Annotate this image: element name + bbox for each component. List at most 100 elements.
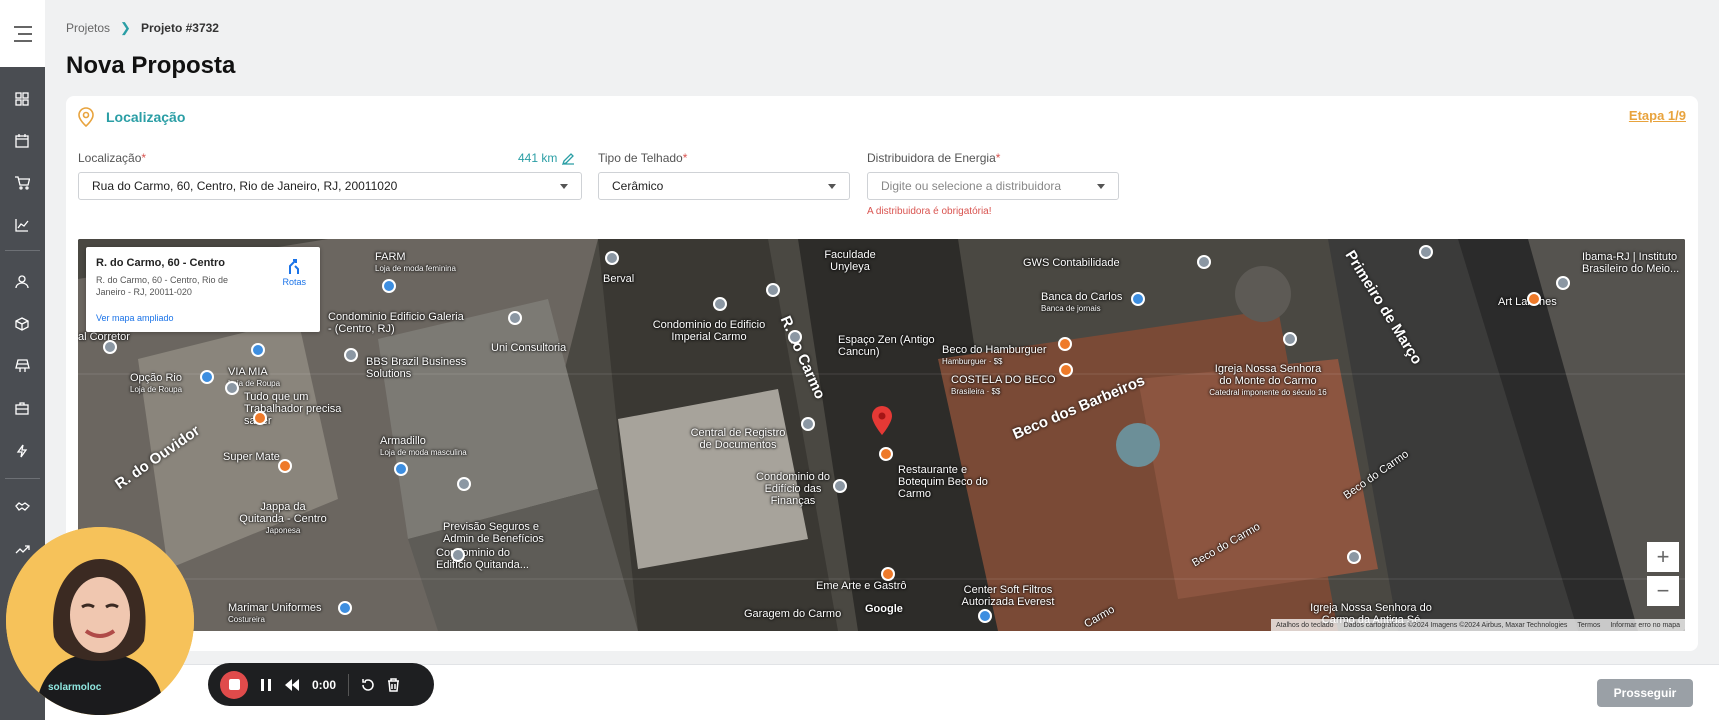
restaurant-pin-icon[interactable] xyxy=(1058,337,1072,351)
shopping-pin-icon[interactable] xyxy=(1131,292,1145,306)
proceed-button[interactable]: Prosseguir xyxy=(1597,679,1693,707)
restaurant-pin-icon[interactable] xyxy=(1059,363,1073,377)
map-poi[interactable]: Garagem do Carmo xyxy=(744,608,841,620)
map-poi[interactable]: Condominio Edificio Galeria - (Centro, R… xyxy=(328,311,468,335)
place-pin-icon[interactable] xyxy=(833,479,847,493)
restaurant-pin-icon[interactable] xyxy=(1527,292,1541,306)
map-poi[interactable]: GWS Contabilidade xyxy=(1023,257,1120,269)
roof-label: Tipo de Telhado* xyxy=(598,151,688,165)
stop-record-button[interactable] xyxy=(220,670,248,699)
distance-edit[interactable]: 441 km xyxy=(518,151,575,165)
place-pin-icon[interactable] xyxy=(508,311,522,325)
restaurant-pin-icon[interactable] xyxy=(278,459,292,473)
lightning-icon[interactable] xyxy=(12,441,32,461)
place-pin-icon[interactable] xyxy=(1419,245,1433,259)
roof-select[interactable]: Cerâmico xyxy=(598,172,850,200)
map-poi[interactable]: Super Mate xyxy=(223,451,280,463)
zoom-out-button[interactable]: − xyxy=(1647,576,1679,606)
map-poi[interactable]: Ibama-RJ | Instituto Brasileiro do Meio.… xyxy=(1582,251,1685,275)
map-poi[interactable]: COSTELA DO BECO Brasileira · $$ xyxy=(951,374,1056,398)
restart-icon[interactable] xyxy=(361,678,375,692)
chart-icon[interactable] xyxy=(12,215,32,235)
map-poi[interactable]: Opção Rio Loja de Roupa xyxy=(130,372,182,396)
map-poi[interactable]: Condominio do Edificio Imperial Carmo xyxy=(644,319,774,343)
breadcrumb-current: Projeto #3732 xyxy=(140,21,219,35)
place-pin-icon[interactable] xyxy=(451,548,465,562)
user-icon[interactable] xyxy=(12,272,32,292)
box-icon[interactable] xyxy=(12,314,32,334)
zoom-in-button[interactable]: + xyxy=(1647,542,1679,572)
enlarged-map-link[interactable]: Ver mapa ampliado xyxy=(96,313,174,323)
report-error-link[interactable]: Informar erro no mapa xyxy=(1610,622,1680,629)
menu-toggle[interactable] xyxy=(0,0,45,67)
place-pin-icon[interactable] xyxy=(1197,255,1211,269)
keyboard-shortcuts-link[interactable]: Atalhos do teclado xyxy=(1276,622,1334,629)
map-poi[interactable]: Faculdade Unyleya xyxy=(810,249,890,273)
rewind-icon[interactable] xyxy=(284,678,300,692)
toolbox-icon[interactable] xyxy=(12,398,32,418)
map-poi[interactable]: Previsão Seguros e Admin de Benefícios xyxy=(443,521,563,545)
place-pin-icon[interactable] xyxy=(457,477,471,491)
place-pin-icon[interactable] xyxy=(605,251,619,265)
shopping-pin-icon[interactable] xyxy=(200,370,214,384)
restaurant-pin-icon[interactable] xyxy=(253,411,267,425)
calendar-icon[interactable] xyxy=(12,131,32,151)
map-poi[interactable]: Uni Consultoria xyxy=(491,342,566,354)
place-pin-icon[interactable] xyxy=(225,381,239,395)
place-pin-icon[interactable] xyxy=(788,330,802,344)
map-poi[interactable]: Igreja Nossa Senhora do Monte do Carmo Ca… xyxy=(1208,363,1328,399)
place-pin-icon[interactable] xyxy=(344,348,358,362)
location-pin-icon xyxy=(78,107,94,127)
place-pin-icon[interactable] xyxy=(766,283,780,297)
handshake-icon[interactable] xyxy=(12,497,32,517)
stage-link[interactable]: Etapa 1/9 xyxy=(1629,108,1686,123)
dashboard-icon[interactable] xyxy=(12,89,32,109)
map-poi[interactable]: Condominio do Edifício das Finanças xyxy=(743,471,843,507)
trend-icon[interactable] xyxy=(12,539,32,559)
satellite-map[interactable]: R. do Carmo Beco dos Barbeiros R. do Ouv… xyxy=(78,239,1685,631)
directions-button[interactable]: Rotas xyxy=(282,257,306,287)
place-pin-icon[interactable] xyxy=(1556,276,1570,290)
map-poi[interactable]: Espaço Zen (Antigo Cancun) xyxy=(838,334,938,358)
selected-location-pin-icon[interactable] xyxy=(871,406,893,436)
pause-icon[interactable] xyxy=(260,678,272,692)
shopping-pin-icon[interactable] xyxy=(338,601,352,615)
chevron-down-icon xyxy=(1097,183,1105,189)
webcam-bubble[interactable]: solarmoloc xyxy=(6,527,194,715)
location-select[interactable]: Rua do Carmo, 60, Centro, Rio de Janeiro… xyxy=(78,172,582,200)
map-poi[interactable]: Marimar Uniformes Costureira xyxy=(228,602,322,626)
map-poi[interactable]: Eme Arte e Gastrô xyxy=(816,580,906,592)
distributor-select[interactable]: Digite ou selecione a distribuidora xyxy=(867,172,1119,200)
restaurant-pin-icon[interactable] xyxy=(881,567,895,581)
map-data-credit: Dados cartográficos ©2024 Imagens ©2024 … xyxy=(1343,621,1568,629)
map-poi[interactable]: Central de Registro de Documentos xyxy=(688,427,788,451)
map-poi[interactable]: Beco do Hamburguer Hamburguer · $$ xyxy=(942,344,1047,368)
place-pin-icon[interactable] xyxy=(801,417,815,431)
map-poi[interactable]: BBS Brazil Business Solutions xyxy=(366,356,476,380)
terms-link[interactable]: Termos xyxy=(1577,622,1600,629)
cart-icon[interactable] xyxy=(12,173,32,193)
shopping-pin-icon[interactable] xyxy=(394,462,408,476)
breadcrumb-parent[interactable]: Projetos xyxy=(66,21,110,35)
recording-timer: 0:00 xyxy=(312,677,337,692)
place-pin-icon[interactable] xyxy=(1283,332,1297,346)
place-pin-icon[interactable] xyxy=(1347,550,1361,564)
map-poi[interactable]: Center Soft Filtros Autorizada Everest xyxy=(958,584,1058,608)
map-poi[interactable]: Berval xyxy=(603,273,634,285)
map-poi[interactable]: FARM Loja de moda feminina xyxy=(375,251,456,275)
shopping-pin-icon[interactable] xyxy=(382,279,396,293)
map-poi[interactable]: Armadillo Loja de moda masculina xyxy=(380,435,467,459)
place-pin-icon[interactable] xyxy=(103,340,117,354)
chevron-down-icon xyxy=(828,183,836,189)
restaurant-pin-icon[interactable] xyxy=(879,447,893,461)
breadcrumb: Projetos ❯ Projeto #3732 xyxy=(66,20,219,36)
map-poi[interactable]: Restaurante e Botequim Beco do Carmo xyxy=(898,464,1008,500)
map-poi[interactable]: Jappa da Quitanda - Centro Japonesa xyxy=(238,501,328,537)
chevron-down-icon xyxy=(560,183,568,189)
place-pin-icon[interactable] xyxy=(713,297,727,311)
map-poi[interactable]: Banca do Carlos Banca de jornais xyxy=(1041,291,1122,315)
solar-panel-icon[interactable] xyxy=(12,356,32,376)
shopping-pin-icon[interactable] xyxy=(978,609,992,623)
trash-icon[interactable] xyxy=(387,677,400,692)
shopping-pin-icon[interactable] xyxy=(251,343,265,357)
